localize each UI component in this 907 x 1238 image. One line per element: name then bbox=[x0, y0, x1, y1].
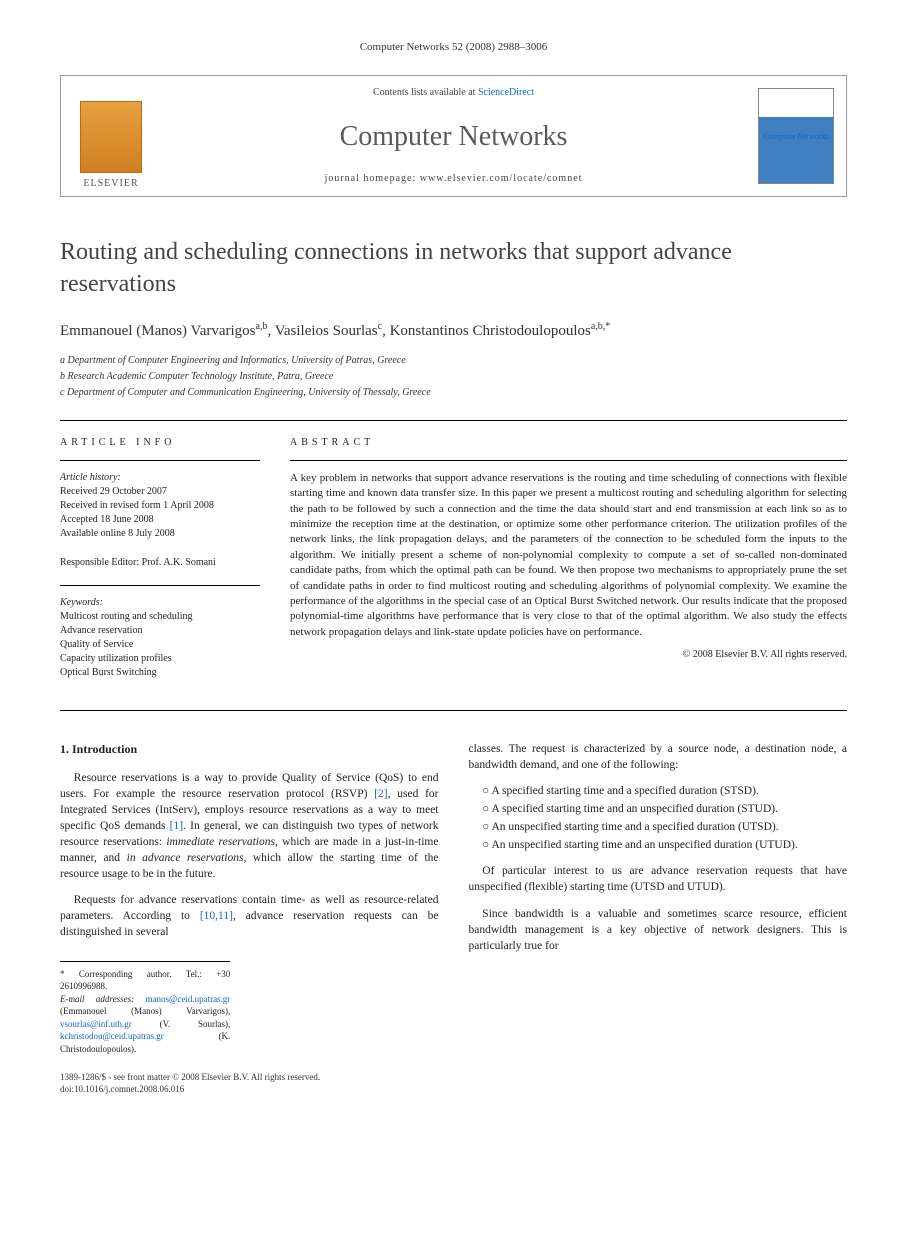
email-label: E-mail addresses: bbox=[60, 994, 134, 1004]
keyword: Quality of Service bbox=[60, 638, 260, 652]
journal-banner: ELSEVIER Contents lists available at Sci… bbox=[60, 75, 847, 197]
history-revised: Received in revised form 1 April 2008 bbox=[60, 499, 260, 513]
intro-paragraph-2: Requests for advance reservations contai… bbox=[60, 892, 439, 940]
sciencedirect-link[interactable]: ScienceDirect bbox=[478, 87, 534, 98]
reservation-classes-list: A specified starting time and a specifie… bbox=[482, 783, 847, 853]
email-link[interactable]: vsourlas@inf.uth.gr bbox=[60, 1019, 132, 1029]
article-info-column: ARTICLE INFO Article history: Received 2… bbox=[60, 421, 275, 710]
journal-cover-thumbnail: Computer Networks bbox=[758, 88, 834, 184]
list-item: A specified starting time and an unspeci… bbox=[482, 801, 847, 817]
history-label: Article history: bbox=[60, 471, 260, 485]
keywords-block: Keywords: Multicost routing and scheduli… bbox=[60, 596, 260, 680]
footnotes: * Corresponding author. Tel.: +30 261099… bbox=[60, 961, 230, 1056]
email-addresses-block: E-mail addresses: manos@ceid.upatras.gr … bbox=[60, 993, 230, 1056]
affiliation-b: b Research Academic Computer Technology … bbox=[60, 370, 847, 384]
abstract-text: A key problem in networks that support a… bbox=[290, 471, 847, 640]
list-item: A specified starting time and a specifie… bbox=[482, 783, 847, 799]
history-online: Available online 8 July 2008 bbox=[60, 527, 260, 541]
bottom-meta: 1389-1286/$ - see front matter © 2008 El… bbox=[60, 1071, 439, 1096]
homepage-prefix: journal homepage: bbox=[325, 173, 420, 184]
body-two-columns: 1. Introduction Resource reservations is… bbox=[60, 741, 847, 1096]
intro-paragraph-1: Resource reservations is a way to provid… bbox=[60, 770, 439, 883]
affiliation-a: a Department of Computer Engineering and… bbox=[60, 354, 847, 368]
contents-prefix: Contents lists available at bbox=[373, 87, 478, 98]
journal-header: Computer Networks 52 (2008) 2988–3006 bbox=[60, 40, 847, 55]
contents-available-line: Contents lists available at ScienceDirec… bbox=[373, 86, 534, 100]
list-item: An unspecified starting time and a speci… bbox=[482, 819, 847, 835]
corresponding-author-note: * Corresponding author. Tel.: +30 261099… bbox=[60, 968, 230, 993]
divider bbox=[60, 585, 260, 586]
email-link[interactable]: kchristodou@ceid.upatras.gr bbox=[60, 1031, 164, 1041]
ref-link-2[interactable]: [2] bbox=[374, 788, 387, 800]
info-abstract-row: ARTICLE INFO Article history: Received 2… bbox=[60, 420, 847, 711]
affiliation-c: c Department of Computer and Communicati… bbox=[60, 386, 847, 400]
doi-line: doi:10.1016/j.comnet.2008.06.016 bbox=[60, 1083, 439, 1096]
publisher-name: ELSEVIER bbox=[83, 177, 138, 191]
article-title: Routing and scheduling connections in ne… bbox=[60, 237, 847, 299]
publisher-block: ELSEVIER bbox=[61, 76, 161, 196]
email-who: (Emmanouel (Manos) Varvarigos), bbox=[60, 1006, 230, 1016]
affiliations: a Department of Computer Engineering and… bbox=[60, 354, 847, 400]
right-intro-paragraph: classes. The request is characterized by… bbox=[469, 741, 848, 773]
abstract-copyright: © 2008 Elsevier B.V. All rights reserved… bbox=[290, 648, 847, 662]
email-who: (V. Sourlas), bbox=[160, 1019, 231, 1029]
abstract-column: ABSTRACT A key problem in networks that … bbox=[275, 421, 847, 710]
keywords-label: Keywords: bbox=[60, 596, 260, 610]
right-column: classes. The request is characterized by… bbox=[469, 741, 848, 1096]
article-history-block: Article history: Received 29 October 200… bbox=[60, 471, 260, 541]
right-paragraph-1: Of particular interest to us are advance… bbox=[469, 863, 848, 895]
homepage-line: journal homepage: www.elsevier.com/locat… bbox=[325, 172, 583, 186]
cover-text: Computer Networks bbox=[763, 131, 828, 142]
divider bbox=[290, 460, 847, 461]
keyword: Optical Burst Switching bbox=[60, 666, 260, 680]
divider bbox=[60, 460, 260, 461]
section-1-heading: 1. Introduction bbox=[60, 741, 439, 758]
elsevier-tree-logo bbox=[80, 101, 142, 173]
history-accepted: Accepted 18 June 2008 bbox=[60, 513, 260, 527]
list-item: An unspecified starting time and an unsp… bbox=[482, 837, 847, 853]
keyword: Capacity utilization profiles bbox=[60, 652, 260, 666]
banner-center: Contents lists available at ScienceDirec… bbox=[161, 76, 746, 196]
email-link[interactable]: manos@ceid.upatras.gr bbox=[146, 994, 231, 1004]
journal-name: Computer Networks bbox=[340, 117, 568, 156]
authors-line: Emmanouel (Manos) Varvarigosa,b, Vasilei… bbox=[60, 320, 847, 342]
article-info-label: ARTICLE INFO bbox=[60, 436, 260, 450]
left-column: 1. Introduction Resource reservations is… bbox=[60, 741, 439, 1096]
abstract-label: ABSTRACT bbox=[290, 436, 847, 450]
responsible-editor: Responsible Editor: Prof. A.K. Somani bbox=[60, 556, 260, 570]
ref-link-1[interactable]: [1] bbox=[170, 820, 183, 832]
homepage-url[interactable]: www.elsevier.com/locate/comnet bbox=[420, 173, 583, 184]
cover-thumb-block: Computer Networks bbox=[746, 76, 846, 196]
right-paragraph-2: Since bandwidth is a valuable and someti… bbox=[469, 906, 848, 954]
keyword: Advance reservation bbox=[60, 624, 260, 638]
keyword: Multicost routing and scheduling bbox=[60, 610, 260, 624]
ref-link-10-11[interactable]: [10,11] bbox=[200, 910, 233, 922]
front-matter-line: 1389-1286/$ - see front matter © 2008 El… bbox=[60, 1071, 439, 1084]
history-received: Received 29 October 2007 bbox=[60, 485, 260, 499]
